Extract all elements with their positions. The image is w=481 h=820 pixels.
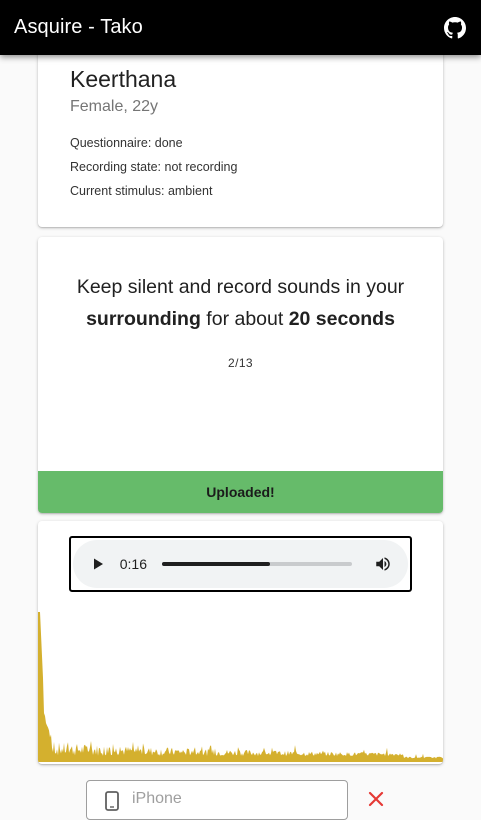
seek-progress bbox=[162, 562, 271, 566]
app-bar: Asquire - Tako bbox=[0, 0, 481, 55]
instruction-text-2: for about bbox=[200, 308, 289, 330]
volume-icon[interactable] bbox=[374, 555, 392, 573]
upload-status-bar: Uploaded! bbox=[38, 471, 443, 513]
audio-player-controls: 0:16 bbox=[73, 540, 408, 588]
app-title: Asquire - Tako bbox=[14, 16, 143, 38]
waveform-area bbox=[38, 612, 443, 762]
play-icon[interactable] bbox=[91, 556, 107, 572]
upload-status-label: Uploaded! bbox=[206, 484, 275, 500]
profile-card: Keerthana Female, 22y Questionnaire: don… bbox=[38, 40, 443, 227]
github-icon[interactable] bbox=[443, 16, 467, 40]
recording-state: Recording state: not recording bbox=[70, 160, 238, 174]
participant-name: Keerthana bbox=[70, 66, 177, 92]
task-card: Keep silent and record sounds in your su… bbox=[38, 237, 443, 513]
task-instruction: Keep silent and record sounds in your su… bbox=[38, 271, 443, 335]
current-stimulus: Current stimulus: ambient bbox=[70, 184, 213, 198]
device-row bbox=[0, 780, 481, 820]
task-progress: 2/13 bbox=[228, 356, 253, 370]
instruction-text-1: Keep silent and record sounds in your bbox=[76, 276, 405, 298]
device-input[interactable] bbox=[132, 790, 332, 808]
recording-waveform bbox=[38, 612, 443, 762]
instruction-emphasis-2: 20 seconds bbox=[288, 308, 395, 330]
phone-icon bbox=[104, 791, 120, 811]
instruction-emphasis-1: surrounding bbox=[86, 308, 201, 330]
seek-bar[interactable] bbox=[162, 562, 353, 566]
close-icon[interactable] bbox=[368, 791, 384, 807]
recording-card: 0:16 bbox=[38, 521, 443, 764]
device-field[interactable] bbox=[86, 780, 348, 820]
audio-player[interactable]: 0:16 bbox=[69, 536, 412, 592]
current-time: 0:16 bbox=[119, 556, 147, 572]
participant-demographics: Female, 22y bbox=[70, 98, 159, 115]
questionnaire-status: Questionnaire: done bbox=[70, 136, 183, 150]
